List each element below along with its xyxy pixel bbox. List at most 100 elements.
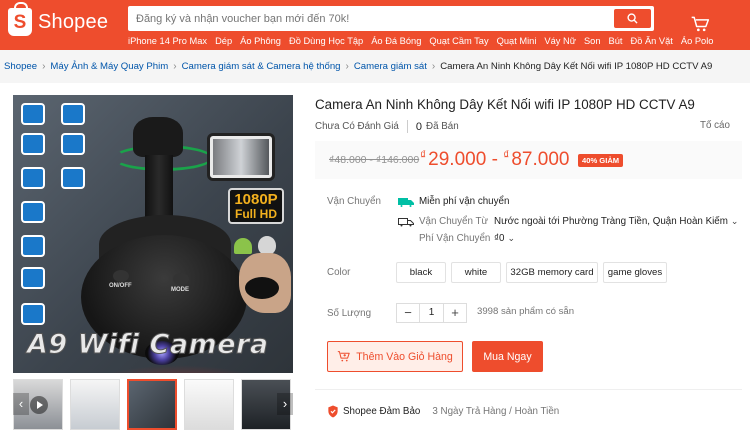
suggestion-link[interactable]: Quạt Cầm Tay (429, 36, 488, 46)
ship-from-value: Nước ngoài tới Phường Tràng Tiền, Quận H… (494, 216, 728, 227)
thumbnail-prev-button[interactable]: ‹ (13, 393, 29, 415)
shipping-label: Vận Chuyển (327, 196, 381, 207)
thumbnail-next-button[interactable]: › (277, 393, 293, 415)
search-icon (627, 13, 638, 24)
quantity-increase-button[interactable]: + (444, 304, 466, 322)
suggestion-link[interactable]: Áo Polo (681, 36, 714, 46)
meta-divider (406, 120, 408, 133)
breadcrumb-link[interactable]: Camera giám sát & Camera hệ thống (182, 61, 341, 72)
badge-quality: Full HD (235, 207, 277, 221)
product-main-image[interactable]: ON/OFF MODE 1080P Full HD A9 Wifi Camera (13, 95, 293, 373)
thumbnail-image[interactable] (184, 379, 234, 430)
price-separator: - (486, 149, 504, 170)
free-shipping-icon (398, 198, 414, 207)
phone-preview (207, 133, 275, 181)
free-shipping-text: Miễn phí vận chuyển (419, 196, 510, 207)
original-price: ₫48.000 - ₫146.000 (329, 154, 420, 166)
suggestion-link[interactable]: Đồ Ăn Vặt (630, 36, 672, 46)
suggestion-link[interactable]: Dép (215, 36, 232, 46)
variant-option[interactable]: white (451, 262, 501, 283)
chevron-right-icon: › (345, 61, 349, 72)
ship-from-label: Vận Chuyển Từ (419, 216, 489, 227)
shopee-logo[interactable]: S Shopee (8, 2, 109, 36)
search-button[interactable] (614, 9, 651, 28)
breadcrumb-current: Camera An Ninh Không Dây Kết Nối wifi IP… (440, 61, 713, 72)
eye-feature-icon (61, 167, 85, 189)
shopee-guarantee[interactable]: Shopee Đảm Bảo 3 Ngày Trả Hàng / Hoàn Ti… (327, 405, 559, 418)
discount-badge: 40% GIẢM (578, 154, 624, 167)
ship-fee-label: Phí Vận Chuyển (419, 233, 491, 244)
video-feature-icon (21, 133, 45, 155)
variant-option[interactable]: 32GB memory card (506, 262, 598, 283)
quantity-decrease-button[interactable]: − (397, 304, 419, 322)
product-meta: Chưa Có Đánh Giá 0 Đã Bán (315, 120, 459, 133)
shield-icon (328, 405, 338, 418)
shopee-bag-icon: S (8, 2, 32, 36)
brand-name: Shopee (38, 10, 109, 33)
android-icon (234, 238, 252, 254)
suggestion-link[interactable]: Quạt Mini (497, 36, 537, 46)
camera-mount (133, 117, 183, 157)
truck-icon (398, 218, 414, 227)
thumbnail-strip: ‹ › (13, 379, 293, 435)
variant-option[interactable]: black (396, 262, 446, 283)
top-header: S Shopee iPhone 14 Pro Max Dép Áo Phông … (0, 0, 750, 50)
quantity-input[interactable]: 1 (419, 304, 444, 322)
breadcrumb-link[interactable]: Máy Ảnh & Máy Quay Phim (50, 61, 168, 72)
sold-label: Đã Bán (426, 121, 459, 132)
thumbnail-image[interactable] (70, 379, 120, 430)
price-box: ₫48.000 - ₫146.000 ₫ 29.000 - ₫ 87.000 40%… (315, 141, 742, 179)
suggestion-link[interactable]: Áo Phông (240, 36, 281, 46)
on-off-label: ON/OFF (109, 283, 132, 289)
magnet-feature-icon (21, 303, 45, 325)
resolution-badge: 1080P Full HD (228, 188, 284, 224)
breadcrumb-link[interactable]: Camera giám sát (354, 61, 427, 72)
ship-from-dropdown[interactable]: Nước ngoài tới Phường Tràng Tiền, Quận H… (494, 216, 738, 227)
sold-count: 0 (415, 120, 423, 133)
suggestion-link[interactable]: iPhone 14 Pro Max (128, 36, 207, 46)
ship-fee-dropdown[interactable]: ₫0 ⌄ (494, 233, 515, 244)
badge-resolution: 1080P (234, 191, 278, 208)
quantity-stepper: − 1 + (396, 303, 467, 323)
sound-feature-icon (21, 267, 45, 289)
search-bar (128, 6, 654, 31)
rating-text[interactable]: Chưa Có Đánh Giá (315, 121, 399, 132)
stock-count: 3998 sản phẩm có sẵn (477, 306, 575, 317)
guarantee-desc: 3 Ngày Trả Hàng / Hoàn Tiền (432, 406, 560, 417)
camera-feature-icon (21, 103, 45, 125)
currency-symbol: ₫ (420, 148, 427, 162)
mode-button-graphic (173, 273, 189, 285)
record-feature-icon (61, 133, 85, 155)
wifi-feature-icon (21, 235, 45, 257)
suggestion-link[interactable]: Son (584, 36, 601, 46)
buy-now-button[interactable]: Mua Ngay (472, 341, 543, 372)
breadcrumb-link[interactable]: Shopee (4, 61, 37, 72)
guarantee-title: Shopee Đảm Bảo (343, 406, 421, 417)
signal-feature-icon (21, 167, 45, 189)
search-suggestions: iPhone 14 Pro Max Dép Áo Phông Đồ Dùng H… (128, 36, 713, 46)
quantity-label: Số Lượng (327, 308, 372, 319)
mini-camera-graphic (245, 277, 279, 299)
thumbnail-image-active[interactable] (127, 379, 177, 430)
cart-button[interactable] (690, 14, 710, 34)
phone-feature-icon (61, 103, 85, 125)
currency-symbol: ₫ (503, 148, 510, 162)
add-to-cart-button[interactable]: Thêm Vào Giỏ Hàng (327, 341, 463, 372)
product-title: Camera An Ninh Không Dây Kết Nối wifi IP… (315, 97, 695, 112)
divider (315, 389, 742, 390)
suggestion-link[interactable]: Váy Nữ (544, 36, 576, 46)
search-input[interactable] (136, 10, 606, 27)
add-to-cart-label: Thêm Vào Giỏ Hàng (356, 350, 453, 363)
variant-option[interactable]: game gloves (603, 262, 667, 283)
chevron-right-icon: › (431, 61, 436, 72)
suggestion-link[interactable]: Bút (609, 36, 623, 46)
chevron-down-icon: ⌄ (730, 216, 739, 226)
chevron-right-icon: › (173, 61, 177, 72)
report-link[interactable]: Tố cáo (700, 120, 730, 131)
chevron-right-icon: › (42, 61, 46, 72)
cart-icon (691, 16, 710, 32)
play-icon (30, 396, 48, 414)
suggestion-link[interactable]: Đồ Dùng Học Tập (289, 36, 363, 46)
ship-fee-value: ₫0 (494, 233, 505, 244)
suggestion-link[interactable]: Áo Đá Bóng (371, 36, 421, 46)
